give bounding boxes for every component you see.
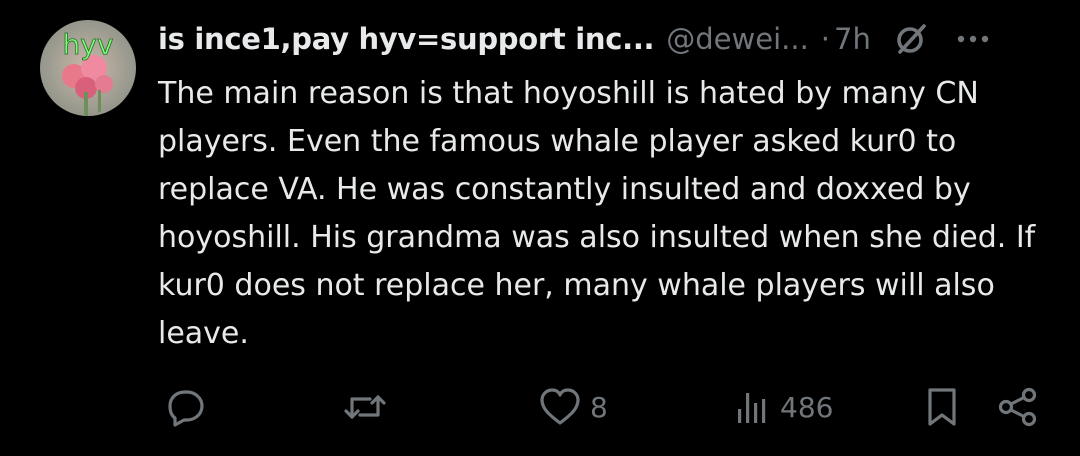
tweet-actions: 8 486: [160, 384, 1050, 430]
avatar-image: hyv: [40, 20, 136, 116]
share-icon: [996, 386, 1040, 428]
tweet-header: is ince1,pay hyv=support inc... @dewei..…: [158, 17, 1050, 61]
separator-dot: ·: [820, 22, 831, 56]
retweet-button[interactable]: [342, 384, 388, 430]
tweet-text: The main reason is that hoyoshill is hat…: [158, 76, 1036, 351]
like-button[interactable]: 8: [538, 384, 608, 430]
avatar-label: hyv: [63, 28, 114, 61]
bookmark-icon: [924, 386, 960, 428]
reply-icon: [162, 387, 206, 427]
user-handle[interactable]: @dewei...: [666, 22, 809, 56]
more-options-icon[interactable]: [953, 19, 993, 59]
share-button[interactable]: [996, 384, 1040, 430]
grok-icon[interactable]: [891, 19, 931, 59]
display-name[interactable]: is ince1,pay hyv=support inc...: [158, 22, 655, 56]
views-icon: [732, 387, 772, 427]
reply-button[interactable]: [162, 384, 206, 430]
views-count: 486: [780, 390, 834, 424]
heart-icon: [538, 387, 582, 427]
bookmark-button[interactable]: [924, 384, 960, 430]
timestamp[interactable]: 7h: [834, 22, 871, 56]
retweet-icon: [342, 387, 388, 427]
views-button[interactable]: 486: [732, 384, 833, 430]
like-count: 8: [590, 390, 608, 424]
avatar[interactable]: hyv: [40, 20, 136, 116]
